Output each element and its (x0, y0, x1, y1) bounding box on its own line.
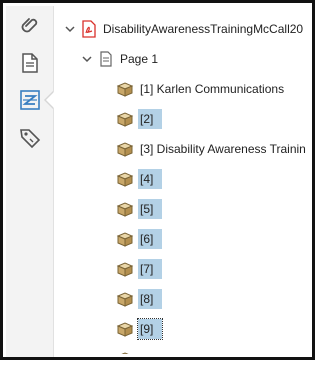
tree-item-label: [3] Disability Awareness Trainin (140, 142, 306, 156)
paperclip-icon (21, 18, 37, 33)
tree-row-document[interactable]: DisabilityAwarenessTrainingMcCall20 (63, 17, 305, 41)
tree-item[interactable]: [10] (116, 347, 162, 354)
content-box-icon (116, 292, 134, 307)
page-icon (100, 51, 112, 67)
content-box-icon (116, 112, 134, 127)
tree-item-label: [6] (138, 229, 162, 249)
content-box-icon (116, 172, 134, 187)
content-box-icon (116, 82, 134, 97)
document-title: DisabilityAwarenessTrainingMcCall20 (103, 22, 304, 36)
navigation-rail (6, 6, 54, 357)
content-box-icon (116, 202, 134, 217)
tree-item-label: [8] (138, 289, 162, 309)
tree-item[interactable]: [4] (116, 167, 162, 191)
tree-item-label: [10] (138, 349, 162, 354)
tag-label-button[interactable] (6, 121, 53, 155)
tree-row-page[interactable]: Page 1 (80, 47, 160, 71)
tag-tree: DisabilityAwarenessTrainingMcCall20 Page… (53, 6, 309, 354)
tag-label-icon (19, 129, 40, 149)
tags-panel: DisabilityAwarenessTrainingMcCall20 Page… (0, 0, 315, 360)
tree-item[interactable]: [6] (116, 227, 162, 251)
tree-item[interactable]: [2] (116, 107, 162, 131)
tree-item-label: [1] Karlen Communications (140, 82, 285, 96)
page-thumbnails-button[interactable] (6, 46, 53, 80)
tree-item-label: [4] (138, 169, 162, 189)
tree-item[interactable]: [8] (116, 287, 162, 311)
tree-item-label: [9] (137, 318, 163, 340)
chevron-down-icon[interactable] (63, 22, 77, 36)
page-label: Page 1 (120, 52, 159, 66)
content-box-icon (121, 352, 129, 354)
tree-item[interactable]: [3] Disability Awareness Trainin (116, 137, 308, 161)
content-box-icon (116, 322, 134, 337)
tree-item[interactable]: [7] (116, 257, 162, 281)
tree-item[interactable]: [1] Karlen Communications (116, 77, 286, 101)
attachments-button[interactable] (6, 8, 53, 42)
page-icon (21, 53, 38, 73)
pdf-file-icon (82, 20, 96, 38)
content-box-icon (116, 262, 134, 277)
tags-icon (19, 90, 40, 110)
chevron-down-icon[interactable] (80, 52, 94, 66)
tree-item-label: [2] (138, 109, 162, 129)
content-box-icon (116, 232, 134, 247)
tree-item-label: [7] (138, 259, 162, 279)
tree-item[interactable]: [9] (116, 317, 163, 341)
tree-item-label: [5] (138, 199, 162, 219)
content-box-icon (116, 142, 134, 157)
tags-button[interactable] (6, 83, 54, 117)
tree-item[interactable]: [5] (116, 197, 162, 221)
